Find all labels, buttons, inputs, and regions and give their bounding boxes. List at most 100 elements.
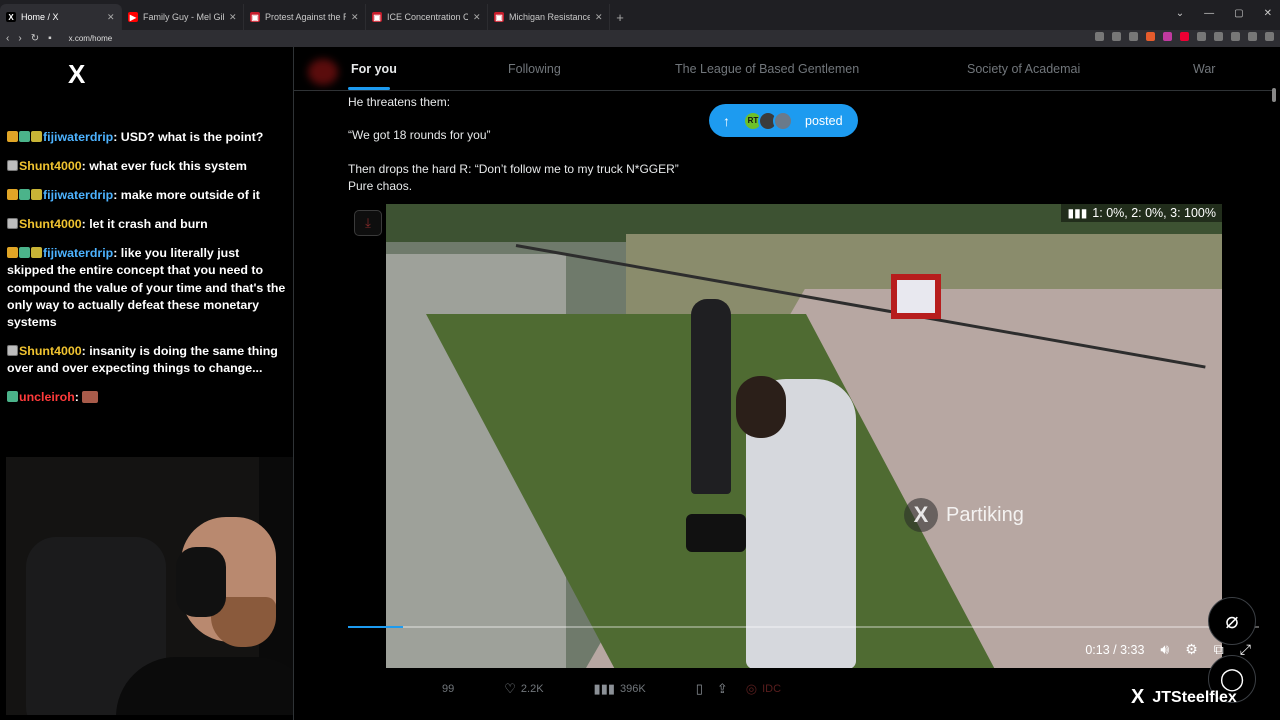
video-frame[interactable]: X Partiking ▮▮▮ 1: 0%, 2: 0%, 3: 100% xyxy=(386,204,1222,668)
tab-title: Michigan Resistance & Activism Events xyxy=(509,12,590,22)
avatar xyxy=(773,110,793,131)
green-badge-icon xyxy=(19,188,30,200)
gold-badge-icon xyxy=(31,131,42,142)
favicon-icon: ▣ xyxy=(372,12,382,22)
bookmark-icon: ▯ xyxy=(695,681,703,696)
tab-for-you[interactable]: For you xyxy=(351,62,397,76)
chat-username[interactable]: Shunt4000 xyxy=(19,344,82,358)
chat-text: : let it crash and burn xyxy=(81,216,208,231)
crown-badge-icon xyxy=(7,246,18,258)
forward-icon[interactable]: › xyxy=(18,33,21,44)
minimize-icon[interactable]: — xyxy=(1204,8,1214,19)
chat-message: Shunt4000: insanity is doing the same th… xyxy=(7,343,287,378)
volume-icon[interactable]: 🔊︎ xyxy=(1160,641,1169,658)
close-tab-icon[interactable]: ✕ xyxy=(595,12,603,23)
grok-button[interactable]: ⌀ xyxy=(1208,597,1256,645)
post-actions: 99 ♡ 2.2K ▮▮▮ 396K ▯ ⇪ ◎ IDC xyxy=(442,681,831,697)
settings-gear-icon[interactable]: ⚙ xyxy=(1185,641,1198,658)
video-progress-fill xyxy=(348,626,403,628)
community-note-button[interactable]: ◎ IDC xyxy=(746,681,781,697)
x-logo-icon: X xyxy=(904,498,938,532)
bookmark-icon[interactable]: ▪ xyxy=(48,33,52,44)
extension-icon[interactable] xyxy=(1129,32,1138,41)
streamer-tag: X JTSteelflex xyxy=(1131,686,1237,708)
grey-badge-icon xyxy=(7,217,18,229)
chat-username[interactable]: Shunt4000 xyxy=(19,159,82,173)
browser-tab-bar: X Home / X ✕ ▶ Family Guy - Mel Gibson Apolo… xyxy=(0,0,1280,30)
extension-icon[interactable] xyxy=(1214,32,1223,41)
active-tab-indicator xyxy=(348,87,390,90)
close-tab-icon[interactable]: ✕ xyxy=(351,12,359,23)
tab-following[interactable]: Following xyxy=(508,62,561,76)
extensions-area xyxy=(1095,32,1274,41)
extension-icon[interactable] xyxy=(1197,32,1206,41)
tab-league-of-based-gentlemen[interactable]: The League of Based Gentlemen xyxy=(675,62,859,76)
bar-chart-icon: ▮▮▮ xyxy=(1067,206,1088,220)
chat-message: fijiwaterdrip: USD? what is the point? xyxy=(7,129,287,146)
green-badge-icon xyxy=(7,391,18,403)
new-posts-button[interactable]: ↑ RT posted xyxy=(709,104,858,137)
gold-badge-icon xyxy=(31,246,42,258)
grey-badge-icon xyxy=(7,345,18,357)
browser-tab[interactable]: X Home / X ✕ xyxy=(0,4,122,30)
extension-icon[interactable] xyxy=(1112,32,1121,41)
profile-avatar[interactable] xyxy=(308,59,338,85)
url-field[interactable]: x.com/home xyxy=(69,34,113,43)
extension-icon[interactable] xyxy=(1180,32,1189,41)
chat-username[interactable]: fijiwaterdrip xyxy=(43,130,113,144)
badge-icon: ◎ xyxy=(745,681,758,696)
emote-icon xyxy=(82,391,99,404)
chat-username[interactable]: fijiwaterdrip xyxy=(43,246,113,260)
video-progress-bar[interactable] xyxy=(348,626,1259,628)
views-button[interactable]: ▮▮▮ 396K xyxy=(594,681,646,697)
chat-message: fijiwaterdrip: make more outside of it xyxy=(7,187,287,204)
back-icon[interactable]: ‹ xyxy=(6,33,9,44)
post-text-line: “We got 18 rounds for you” xyxy=(348,128,491,142)
browser-tab[interactable]: ▶ Family Guy - Mel Gibson Apologizes ✕ xyxy=(122,4,244,30)
chat-username[interactable]: uncleiroh xyxy=(19,390,75,404)
crown-badge-icon xyxy=(7,131,18,142)
reply-button[interactable]: 99 xyxy=(442,683,454,695)
green-badge-icon xyxy=(19,246,30,258)
chat-text: : what ever fuck this system xyxy=(81,158,247,173)
browser-tab[interactable]: ▣ Michigan Resistance & Activism Events ✕ xyxy=(488,4,610,30)
tab-list-icon[interactable]: ⌄ xyxy=(1176,8,1184,19)
bookmark-button[interactable]: ▯ xyxy=(696,681,703,697)
download-icon[interactable]: ⤓ xyxy=(354,210,382,236)
headphones xyxy=(176,547,226,617)
browser-tab[interactable]: ▣ Protest Against the Regime - Royal Oak ✕ xyxy=(244,4,366,30)
video-time: 0:13 / 3:33 xyxy=(1085,642,1145,657)
new-tab-button[interactable]: + xyxy=(610,4,630,30)
reload-icon[interactable]: ↻ xyxy=(31,33,39,44)
window-controls: ⌄ — ▢ ✕ xyxy=(1176,8,1272,19)
chat-username[interactable]: Shunt4000 xyxy=(19,217,82,231)
fullscreen-icon[interactable]: ⤢ xyxy=(1240,641,1251,658)
tab-society-of-academai[interactable]: Society of Academai xyxy=(967,62,1080,76)
shield-icon[interactable] xyxy=(1146,32,1155,41)
close-tab-icon[interactable]: ✕ xyxy=(473,12,481,23)
feed-tabs: For you Following The League of Based Ge… xyxy=(294,47,1274,91)
video-player[interactable]: ⤓ X Partiking ▮▮▮ 1: 0%, 2: 0%, 3: 100% … xyxy=(348,204,1259,668)
x-logo-icon[interactable]: X xyxy=(68,59,85,90)
scrollbar[interactable] xyxy=(1272,88,1276,102)
tab-war[interactable]: War xyxy=(1193,62,1215,76)
chat-username[interactable]: fijiwaterdrip xyxy=(43,188,113,202)
close-window-icon[interactable]: ✕ xyxy=(1264,8,1272,19)
chat-message: uncleiroh: xyxy=(7,389,287,406)
close-tab-icon[interactable]: ✕ xyxy=(107,12,115,23)
camera-figure xyxy=(686,514,746,552)
close-tab-icon[interactable]: ✕ xyxy=(229,12,237,23)
extension-icon[interactable] xyxy=(1163,32,1172,41)
extension-icon[interactable] xyxy=(1095,32,1104,41)
stream-stats: ▮▮▮ 1: 0%, 2: 0%, 3: 100% xyxy=(1061,204,1222,222)
pip-icon[interactable]: ⧉ xyxy=(1214,641,1224,658)
grok-icon: ⌀ xyxy=(1225,608,1239,633)
tab-title: Family Guy - Mel Gibson Apologizes xyxy=(143,12,224,22)
browser-tab[interactable]: ▣ ICE Concentration Camp Warehouse ✕ xyxy=(366,4,488,30)
like-button[interactable]: ♡ 2.2K xyxy=(504,681,543,697)
menu-icon[interactable] xyxy=(1265,32,1274,41)
download-icon[interactable] xyxy=(1248,32,1257,41)
extension-icon[interactable] xyxy=(1231,32,1240,41)
maximize-icon[interactable]: ▢ xyxy=(1234,8,1243,19)
share-button[interactable]: ⇪ xyxy=(717,681,728,697)
